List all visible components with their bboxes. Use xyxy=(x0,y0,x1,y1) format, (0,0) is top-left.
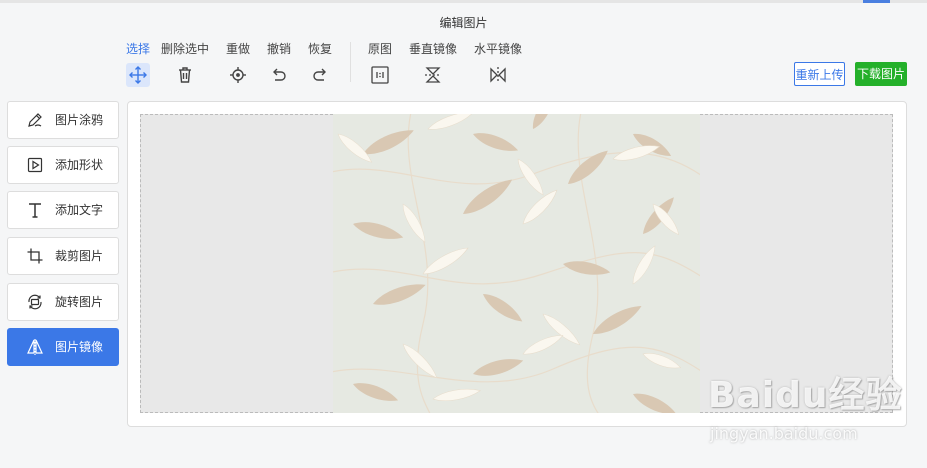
tool-undo[interactable]: 撤销 xyxy=(267,41,291,87)
pen-icon xyxy=(26,111,44,129)
watermark-url: jingyan.baidu.com xyxy=(710,424,858,443)
tool-flip-horizontal[interactable]: 水平镜像 xyxy=(474,41,522,87)
shape-icon xyxy=(26,156,44,174)
flip-vertical-icon xyxy=(421,63,445,87)
redo-icon xyxy=(308,63,332,87)
tool-redo[interactable]: 恢复 xyxy=(308,41,332,87)
trash-icon xyxy=(173,63,197,87)
top-border xyxy=(0,0,927,3)
sidebar-item-add-shape[interactable]: 添加形状 xyxy=(7,146,119,184)
sidebar-item-add-text[interactable]: 添加文字 xyxy=(7,191,119,229)
tool-flip-vertical-label: 垂直镜像 xyxy=(409,42,458,56)
sidebar-item-doodle[interactable]: 图片涂鸦 xyxy=(7,101,119,139)
tool-original-label: 原图 xyxy=(368,42,393,56)
page-title: 编辑图片 xyxy=(439,16,488,30)
mirror-icon xyxy=(26,338,44,356)
sidebar-item-label: 旋转图片 xyxy=(55,295,104,309)
watermark-logo: Baidu经验 xyxy=(708,375,903,416)
top-accent-bar xyxy=(863,0,890,3)
crop-icon xyxy=(26,247,44,265)
toolbar-separator xyxy=(350,42,351,82)
flip-horizontal-icon xyxy=(486,63,510,87)
sidebar-item-label: 裁剪图片 xyxy=(55,249,104,263)
sidebar-item-label: 图片镜像 xyxy=(55,340,104,354)
tool-undo-label: 撤销 xyxy=(267,42,292,56)
edited-image[interactable] xyxy=(333,114,700,413)
tool-redo-reset[interactable]: 重做 xyxy=(226,41,250,87)
sidebar-item-rotate[interactable]: 旋转图片 xyxy=(7,283,119,321)
tool-select-label: 选择 xyxy=(126,42,151,56)
sidebar-item-mirror[interactable]: 图片镜像 xyxy=(7,328,119,366)
text-icon xyxy=(26,201,44,219)
undo-icon xyxy=(267,63,291,87)
tool-delete-label: 删除选中 xyxy=(161,42,210,56)
move-icon xyxy=(126,63,150,87)
baidu-jingyan-watermark: Baidu经验 jingyan.baidu.com xyxy=(708,366,908,446)
sidebar-item-label: 添加形状 xyxy=(55,158,104,172)
tool-flip-vertical[interactable]: 垂直镜像 xyxy=(409,41,457,87)
tool-redo-reset-label: 重做 xyxy=(226,42,251,56)
tool-delete-selected[interactable]: 删除选中 xyxy=(161,41,209,87)
tool-flip-horizontal-label: 水平镜像 xyxy=(474,42,523,56)
crosshair-icon xyxy=(226,63,250,87)
sidebar-item-crop[interactable]: 裁剪图片 xyxy=(7,237,119,275)
tool-redo-label: 恢复 xyxy=(308,42,333,56)
rotate-icon xyxy=(26,293,44,311)
original-size-icon xyxy=(368,63,392,87)
tool-original[interactable]: 原图 xyxy=(368,41,392,87)
sidebar-item-label: 添加文字 xyxy=(55,203,104,217)
tool-select[interactable]: 选择 xyxy=(126,41,150,87)
download-button[interactable]: 下载图片 xyxy=(855,62,907,86)
reupload-button[interactable]: 重新上传 xyxy=(794,62,845,86)
sidebar-item-label: 图片涂鸦 xyxy=(55,113,104,127)
